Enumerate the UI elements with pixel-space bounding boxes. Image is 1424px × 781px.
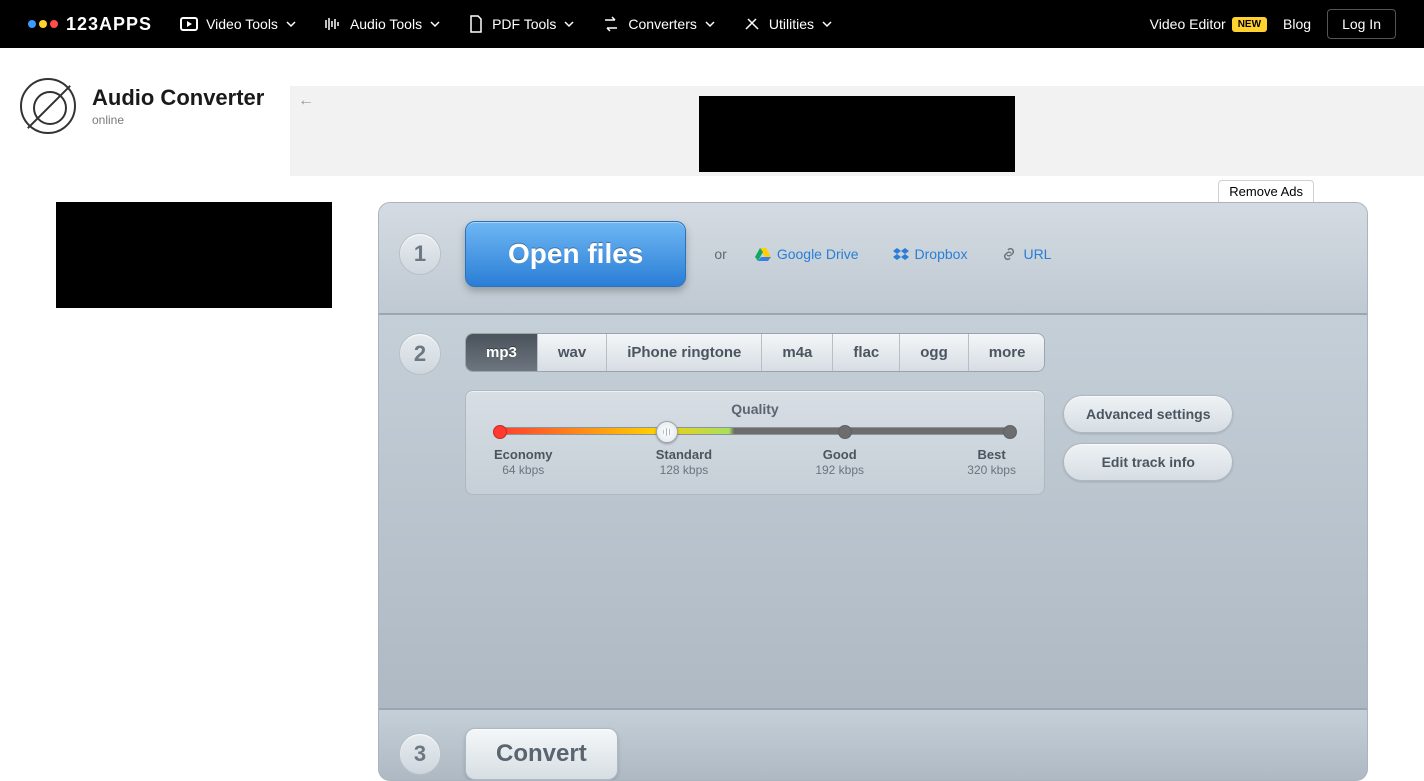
header-row: Audio Converter online ← [0, 48, 1424, 176]
nav-utilities[interactable]: Utilities [743, 16, 832, 32]
quality-labels: Economy 64 kbps Standard 128 kbps Good 1… [494, 447, 1016, 478]
converter-panel: 1 Open files or Google Drive Dropbox URL… [378, 202, 1368, 781]
side-ad-container [56, 202, 358, 781]
top-ad[interactable] [699, 96, 1015, 172]
tab-more[interactable]: more [969, 334, 1045, 371]
top-nav: 123APPS Video Tools Audio Tools PDF Tool… [0, 0, 1424, 48]
step-2-actions: Advanced settings Edit track info [1063, 395, 1233, 495]
slider-marker-best [1003, 425, 1017, 439]
quality-slider[interactable] [494, 427, 1016, 435]
tab-flac[interactable]: flac [833, 334, 900, 371]
main: 1 Open files or Google Drive Dropbox URL… [0, 202, 1424, 781]
edit-track-info-button[interactable]: Edit track info [1063, 443, 1233, 481]
quality-label-economy: Economy 64 kbps [494, 447, 553, 478]
level-name: Good [823, 447, 857, 462]
nav-label: Utilities [769, 16, 814, 32]
tab-m4a[interactable]: m4a [762, 334, 833, 371]
brand-logo[interactable]: 123APPS [28, 14, 152, 35]
slider-marker-economy [493, 425, 507, 439]
chevron-down-icon [286, 19, 296, 29]
dropbox-link[interactable]: Dropbox [893, 246, 968, 262]
slider-handle[interactable] [656, 421, 678, 443]
tab-ogg[interactable]: ogg [900, 334, 969, 371]
step-badge-3: 3 [399, 733, 441, 775]
quality-label-standard: Standard 128 kbps [656, 447, 712, 478]
step-2: 2 mp3 wav iPhone ringtone m4a flac ogg m… [379, 315, 1367, 710]
google-drive-link[interactable]: Google Drive [755, 246, 859, 262]
nav-label: Video Tools [206, 16, 278, 32]
document-icon [468, 15, 484, 33]
nav-label: PDF Tools [492, 16, 556, 32]
convert-button[interactable]: Convert [465, 728, 618, 780]
level-value: 128 kbps [656, 463, 712, 478]
nav-label: Video Editor [1150, 16, 1226, 32]
link-label: Google Drive [777, 246, 859, 262]
quality-block: Quality Economy 64 kbps [465, 390, 1045, 495]
format-tabs: mp3 wav iPhone ringtone m4a flac ogg mor… [465, 333, 1045, 372]
audio-bars-icon [324, 17, 342, 31]
nav-right: Video Editor NEW Blog Log In [1150, 9, 1396, 39]
nav-video-tools[interactable]: Video Tools [180, 16, 296, 32]
quality-label-good: Good 192 kbps [815, 447, 864, 478]
nav-blog[interactable]: Blog [1283, 16, 1311, 32]
tab-wav[interactable]: wav [538, 334, 607, 371]
nav-label: Audio Tools [350, 16, 422, 32]
tab-mp3[interactable]: mp3 [466, 334, 538, 371]
convert-icon [602, 16, 620, 32]
chevron-down-icon [822, 19, 832, 29]
back-arrow-icon[interactable]: ← [298, 92, 314, 110]
level-value: 64 kbps [494, 463, 553, 478]
nav-pdf-tools[interactable]: PDF Tools [468, 15, 574, 33]
link-label: URL [1023, 246, 1051, 262]
remove-ads-button[interactable]: Remove Ads [1218, 180, 1314, 202]
level-name: Economy [494, 447, 553, 462]
tab-iphone-ringtone[interactable]: iPhone ringtone [607, 334, 762, 371]
step-badge-2: 2 [399, 333, 441, 375]
app-title: Audio Converter [92, 85, 264, 111]
chevron-down-icon [705, 19, 715, 29]
app-title-block: Audio Converter online [0, 48, 290, 134]
nav-converters[interactable]: Converters [602, 16, 714, 32]
dropbox-icon [893, 247, 909, 261]
step-1: 1 Open files or Google Drive Dropbox URL [379, 203, 1367, 315]
advanced-settings-button[interactable]: Advanced settings [1063, 395, 1233, 433]
top-ad-container: ← [290, 86, 1424, 176]
logo-dots-icon [28, 20, 58, 28]
play-icon [180, 17, 198, 31]
link-label: Dropbox [915, 246, 968, 262]
level-name: Best [978, 447, 1006, 462]
chevron-down-icon [564, 19, 574, 29]
google-drive-icon [755, 247, 771, 261]
nav-items: Video Tools Audio Tools PDF Tools Conver… [180, 15, 1150, 33]
step-badge-1: 1 [399, 233, 441, 275]
step-3: 3 Convert [379, 710, 1367, 780]
quality-title: Quality [494, 401, 1016, 417]
open-files-button[interactable]: Open files [465, 221, 686, 287]
nav-label: Blog [1283, 16, 1311, 32]
app-subtitle: online [92, 113, 264, 127]
brand-text: 123APPS [66, 14, 152, 35]
url-link[interactable]: URL [1001, 246, 1051, 262]
quality-label-best: Best 320 kbps [967, 447, 1016, 478]
or-text: or [714, 246, 726, 262]
nav-audio-tools[interactable]: Audio Tools [324, 16, 440, 32]
level-value: 320 kbps [967, 463, 1016, 478]
tab-label: more [989, 344, 1026, 361]
tools-icon [743, 16, 761, 32]
slider-marker-good [838, 425, 852, 439]
new-badge: NEW [1232, 17, 1267, 32]
side-ad[interactable] [56, 202, 332, 308]
login-button[interactable]: Log In [1327, 9, 1396, 39]
link-icon [1001, 247, 1017, 261]
nav-video-editor[interactable]: Video Editor NEW [1150, 16, 1267, 32]
level-value: 192 kbps [815, 463, 864, 478]
vinyl-disc-icon [20, 78, 76, 134]
step-2-body: mp3 wav iPhone ringtone m4a flac ogg mor… [465, 333, 1045, 495]
chevron-down-icon [430, 19, 440, 29]
nav-label: Converters [628, 16, 696, 32]
level-name: Standard [656, 447, 712, 462]
